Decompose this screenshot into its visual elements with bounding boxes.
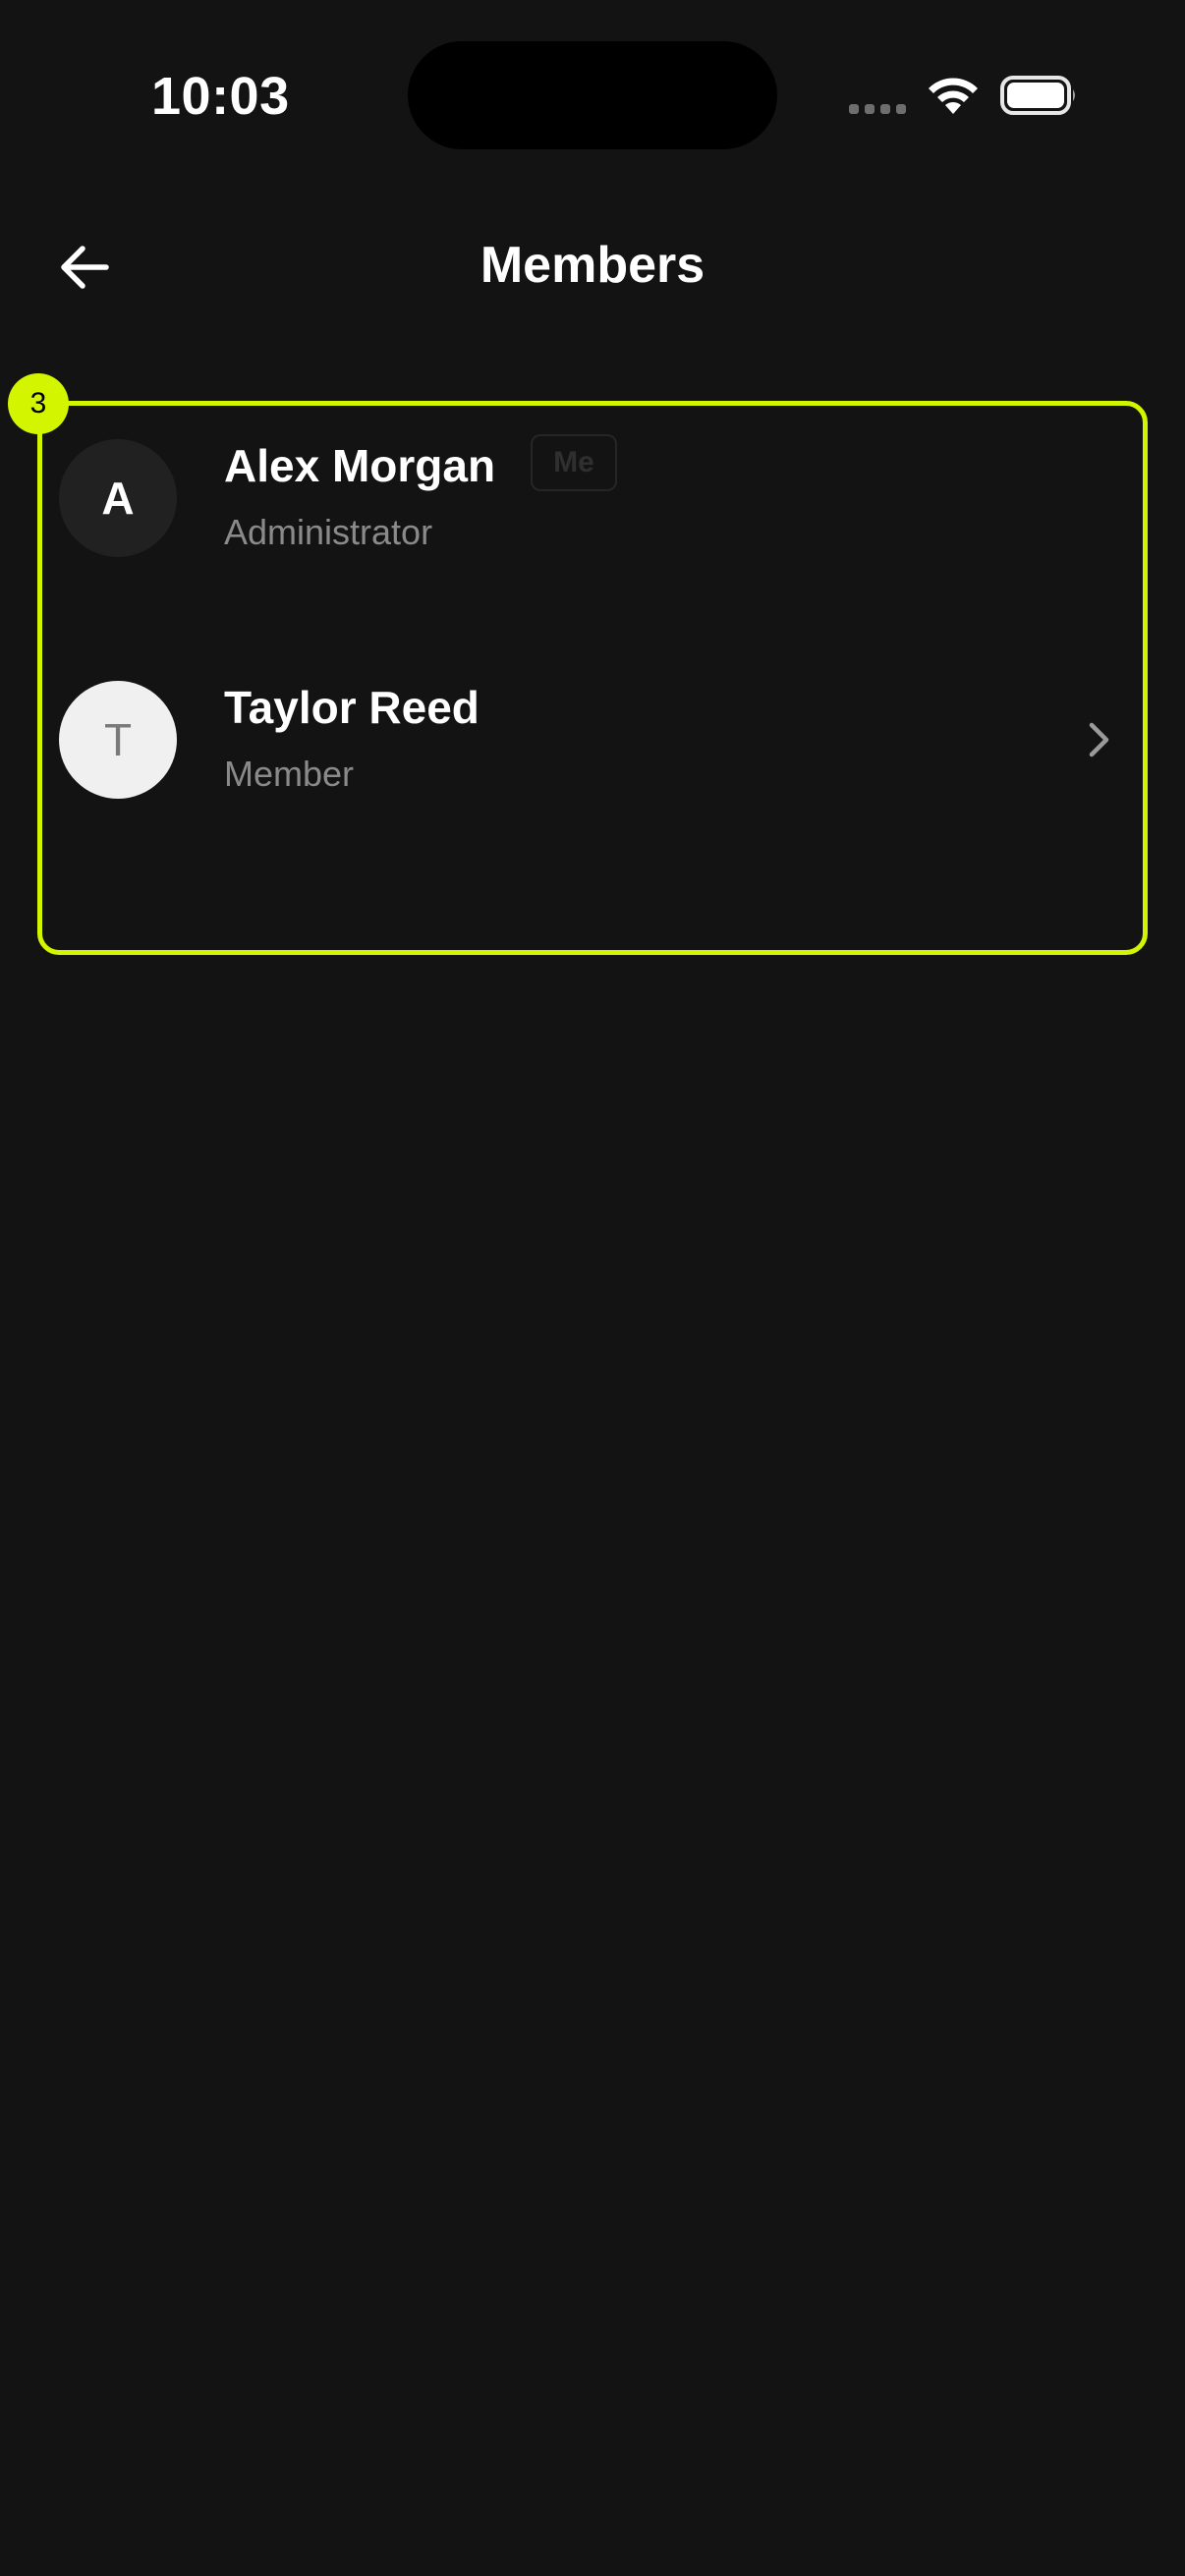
- member-name: Alex Morgan: [224, 440, 496, 491]
- signal-icon: [849, 102, 908, 116]
- back-button[interactable]: [47, 230, 122, 305]
- avatar: A: [59, 439, 177, 557]
- member-role: Administrator: [224, 512, 433, 552]
- member-row-alex-morgan[interactable]: A Alex Morgan Me Administrator: [59, 424, 1126, 572]
- arrow-left-icon: [61, 246, 109, 289]
- me-badge: Me: [531, 434, 617, 491]
- member-name: Taylor Reed: [224, 682, 480, 733]
- wifi-icon: [929, 78, 978, 114]
- member-row-taylor-reed[interactable]: T Taylor Reed Member: [59, 666, 1126, 813]
- avatar: T: [59, 681, 177, 799]
- nav-header: Members: [0, 210, 1185, 324]
- dynamic-island: [408, 41, 777, 149]
- status-bar: 10:03: [0, 0, 1185, 187]
- battery-icon: [1000, 76, 1075, 115]
- status-time: 10:03: [151, 67, 290, 126]
- highlight-badge: 3: [8, 373, 69, 434]
- page-title: Members: [480, 237, 705, 294]
- chevron-right-icon[interactable]: [1081, 717, 1116, 762]
- member-role: Member: [224, 754, 355, 794]
